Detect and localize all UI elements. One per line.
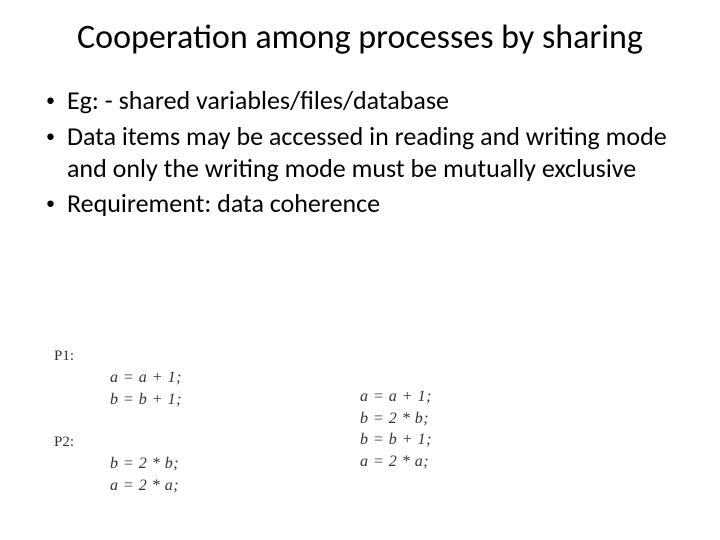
list-item: • Requirement: data coherence bbox=[44, 188, 678, 220]
code-line: a = 2 * a; bbox=[110, 475, 182, 497]
code-line: b = 2 * b; bbox=[110, 453, 182, 475]
bullet-icon: • bbox=[46, 121, 55, 151]
code-line: b = b + 1; bbox=[110, 389, 182, 411]
bullet-text: Eg: - shared variables/files/database bbox=[67, 85, 678, 117]
list-item: • Eg: - shared variables/files/database bbox=[44, 85, 678, 117]
code-line: b = b + 1; bbox=[360, 429, 432, 451]
slide: Cooperation among processes by sharing •… bbox=[0, 0, 720, 540]
p1-code-lines: a = a + 1; b = b + 1; bbox=[54, 367, 182, 410]
code-line: a = a + 1; bbox=[110, 367, 182, 389]
list-item: • Data items may be accessed in reading … bbox=[44, 121, 678, 184]
bullet-list: • Eg: - shared variables/files/database … bbox=[42, 85, 678, 220]
code-left-block: P1: a = a + 1; b = b + 1; P2: b = 2 * b;… bbox=[54, 348, 182, 496]
code-line: a = 2 * a; bbox=[360, 451, 432, 473]
bullet-icon: • bbox=[46, 188, 55, 218]
bullet-text: Requirement: data coherence bbox=[67, 188, 678, 220]
bullet-icon: • bbox=[46, 85, 55, 115]
code-line: b = 2 * b; bbox=[360, 408, 432, 430]
slide-title: Cooperation among processes by sharing bbox=[42, 18, 678, 57]
process-label-p1: P1: bbox=[54, 348, 182, 365]
code-right-block: a = a + 1; b = 2 * b; b = b + 1; a = 2 *… bbox=[360, 386, 432, 472]
p2-code-lines: b = 2 * b; a = 2 * a; bbox=[54, 453, 182, 496]
bullet-text: Data items may be accessed in reading an… bbox=[67, 121, 678, 184]
process-label-p2: P2: bbox=[54, 434, 182, 451]
code-line: a = a + 1; bbox=[360, 386, 432, 408]
